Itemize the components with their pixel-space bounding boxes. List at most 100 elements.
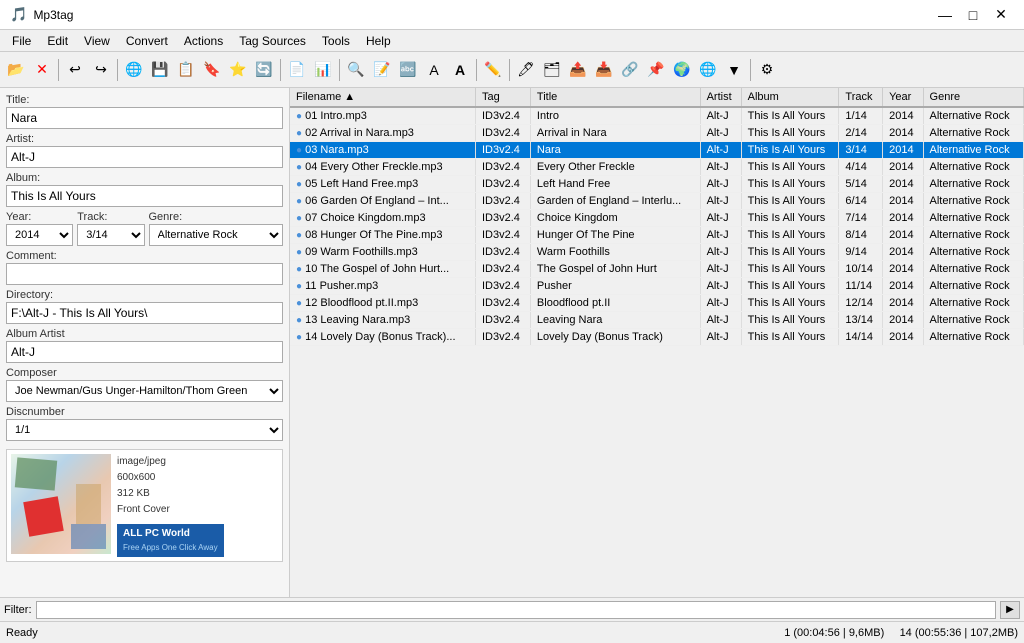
tb-btn23[interactable]: 🌍 bbox=[670, 58, 694, 82]
menu-actions[interactable]: Actions bbox=[176, 32, 231, 50]
col-artist[interactable]: Artist bbox=[700, 88, 741, 107]
menu-file[interactable]: File bbox=[4, 32, 39, 50]
menu-view[interactable]: View bbox=[76, 32, 118, 50]
tb-btn16[interactable]: ✏️ bbox=[481, 58, 505, 82]
table-row[interactable]: ● 10 The Gospel of John Hurt...ID3v2.4Th… bbox=[290, 261, 1024, 278]
cell-year: 2014 bbox=[883, 210, 923, 227]
album-artist-input[interactable] bbox=[6, 341, 283, 363]
col-album[interactable]: Album bbox=[741, 88, 839, 107]
directory-input[interactable] bbox=[6, 302, 283, 324]
row-icon: ● bbox=[296, 196, 302, 207]
track-select[interactable]: 3/14 bbox=[77, 224, 144, 246]
table-row[interactable]: ● 04 Every Other Freckle.mp3ID3v2.4Every… bbox=[290, 159, 1024, 176]
comment-label: Comment: bbox=[6, 250, 283, 262]
col-track[interactable]: Track bbox=[839, 88, 883, 107]
table-row[interactable]: ● 13 Leaving Nara.mp3ID3v2.4Leaving Nara… bbox=[290, 312, 1024, 329]
filter-button[interactable]: ▶ bbox=[1000, 601, 1020, 619]
row-icon: ● bbox=[296, 264, 302, 275]
menu-tag-sources[interactable]: Tag Sources bbox=[231, 32, 314, 50]
tb-btn6[interactable]: 🔖 bbox=[200, 58, 224, 82]
cell-filename: ● 13 Leaving Nara.mp3 bbox=[290, 312, 476, 329]
file-table[interactable]: Filename ▲ Tag Title Artist Album Track … bbox=[290, 88, 1024, 597]
tb-btn13[interactable]: 🔤 bbox=[396, 58, 420, 82]
menu-convert[interactable]: Convert bbox=[118, 32, 176, 50]
tb-delete-button[interactable]: ✕ bbox=[30, 58, 54, 82]
close-button[interactable]: ✕ bbox=[988, 5, 1014, 25]
tb-btn4[interactable]: 💾 bbox=[148, 58, 172, 82]
table-row[interactable]: ● 01 Intro.mp3ID3v2.4IntroAlt-JThis Is A… bbox=[290, 107, 1024, 125]
tb-btn9[interactable]: 📄 bbox=[285, 58, 309, 82]
cell-tag: ID3v2.4 bbox=[476, 329, 531, 346]
watermark-sub: Free Apps One Click Away bbox=[123, 542, 218, 555]
maximize-button[interactable]: □ bbox=[960, 5, 986, 25]
tb-settings-button[interactable]: ⚙ bbox=[755, 58, 779, 82]
table-row[interactable]: ● 03 Nara.mp3ID3v2.4NaraAlt-JThis Is All… bbox=[290, 142, 1024, 159]
tb-redo-button[interactable]: ↪ bbox=[89, 58, 113, 82]
table-row[interactable]: ● 07 Choice Kingdom.mp3ID3v2.4Choice Kin… bbox=[290, 210, 1024, 227]
tracks-table: Filename ▲ Tag Title Artist Album Track … bbox=[290, 88, 1024, 346]
album-field-group: Album: bbox=[6, 172, 283, 207]
col-year[interactable]: Year bbox=[883, 88, 923, 107]
album-input[interactable] bbox=[6, 185, 283, 207]
cell-album: This Is All Yours bbox=[741, 176, 839, 193]
tb-btn5[interactable]: 📋 bbox=[174, 58, 198, 82]
table-row[interactable]: ● 12 Bloodflood pt.II.mp3ID3v2.4Bloodflo… bbox=[290, 295, 1024, 312]
filter-input[interactable] bbox=[36, 601, 997, 619]
art-size: 312 KB bbox=[117, 486, 224, 502]
genre-select[interactable]: Alternative Rock bbox=[149, 224, 284, 246]
tb-btn12[interactable]: 📝 bbox=[370, 58, 394, 82]
tb-btn24[interactable]: 🌐 bbox=[696, 58, 720, 82]
tb-undo-button[interactable]: ↩ bbox=[63, 58, 87, 82]
cell-album: This Is All Yours bbox=[741, 227, 839, 244]
table-body: ● 01 Intro.mp3ID3v2.4IntroAlt-JThis Is A… bbox=[290, 107, 1024, 346]
composer-select[interactable]: Joe Newman/Gus Unger-Hamilton/Thom Green bbox=[6, 380, 283, 402]
table-row[interactable]: ● 08 Hunger Of The Pine.mp3ID3v2.4Hunger… bbox=[290, 227, 1024, 244]
tb-btn21[interactable]: 🔗 bbox=[618, 58, 642, 82]
tb-btn10[interactable]: 📊 bbox=[311, 58, 335, 82]
col-title[interactable]: Title bbox=[530, 88, 700, 107]
row-icon: ● bbox=[296, 111, 302, 122]
tb-btn15[interactable]: A bbox=[448, 58, 472, 82]
table-row[interactable]: ● 06 Garden Of England – Int...ID3v2.4Ga… bbox=[290, 193, 1024, 210]
cell-title: Lovely Day (Bonus Track) bbox=[530, 329, 700, 346]
tb-btn3[interactable]: 🌐 bbox=[122, 58, 146, 82]
menu-tools[interactable]: Tools bbox=[314, 32, 358, 50]
year-select[interactable]: 2014 bbox=[6, 224, 73, 246]
row-icon: ● bbox=[296, 230, 302, 241]
tb-btn18[interactable]: 🗂 bbox=[540, 58, 564, 82]
tb-btn7[interactable]: ⭐ bbox=[226, 58, 250, 82]
tb-btn19[interactable]: 📤 bbox=[566, 58, 590, 82]
cell-genre: Alternative Rock bbox=[923, 278, 1023, 295]
cell-title: Bloodflood pt.II bbox=[530, 295, 700, 312]
tb-btn8[interactable]: 🔄 bbox=[252, 58, 276, 82]
title-input[interactable] bbox=[6, 107, 283, 129]
discnumber-select[interactable]: 1/1 bbox=[6, 419, 283, 441]
table-row[interactable]: ● 05 Left Hand Free.mp3ID3v2.4Left Hand … bbox=[290, 176, 1024, 193]
album-art-area: image/jpeg 600x600 312 KB Front Cover AL… bbox=[6, 449, 283, 562]
cell-title: Leaving Nara bbox=[530, 312, 700, 329]
menu-edit[interactable]: Edit bbox=[39, 32, 76, 50]
col-genre[interactable]: Genre bbox=[923, 88, 1023, 107]
cell-filename: ● 11 Pusher.mp3 bbox=[290, 278, 476, 295]
tb-btn14[interactable]: A bbox=[422, 58, 446, 82]
col-filename[interactable]: Filename ▲ bbox=[290, 88, 476, 107]
table-row[interactable]: ● 11 Pusher.mp3ID3v2.4PusherAlt-JThis Is… bbox=[290, 278, 1024, 295]
app-icon: 🎵 bbox=[10, 6, 27, 23]
table-row[interactable]: ● 14 Lovely Day (Bonus Track)...ID3v2.4L… bbox=[290, 329, 1024, 346]
col-tag[interactable]: Tag bbox=[476, 88, 531, 107]
table-row[interactable]: ● 09 Warm Foothills.mp3ID3v2.4Warm Footh… bbox=[290, 244, 1024, 261]
tb-open-button[interactable]: 📂 bbox=[4, 58, 28, 82]
tb-btn11[interactable]: 🔍 bbox=[344, 58, 368, 82]
artist-input[interactable] bbox=[6, 146, 283, 168]
tb-btn17[interactable]: 🖊 bbox=[514, 58, 538, 82]
cell-artist: Alt-J bbox=[700, 244, 741, 261]
tb-btn22[interactable]: 📌 bbox=[644, 58, 668, 82]
cell-tag: ID3v2.4 bbox=[476, 244, 531, 261]
table-row[interactable]: ● 02 Arrival in Nara.mp3ID3v2.4Arrival i… bbox=[290, 125, 1024, 142]
tb-btn25[interactable]: ▼ bbox=[722, 58, 746, 82]
cell-tag: ID3v2.4 bbox=[476, 159, 531, 176]
tb-btn20[interactable]: 📥 bbox=[592, 58, 616, 82]
minimize-button[interactable]: — bbox=[932, 5, 958, 25]
menu-help[interactable]: Help bbox=[358, 32, 399, 50]
comment-input[interactable] bbox=[6, 263, 283, 285]
